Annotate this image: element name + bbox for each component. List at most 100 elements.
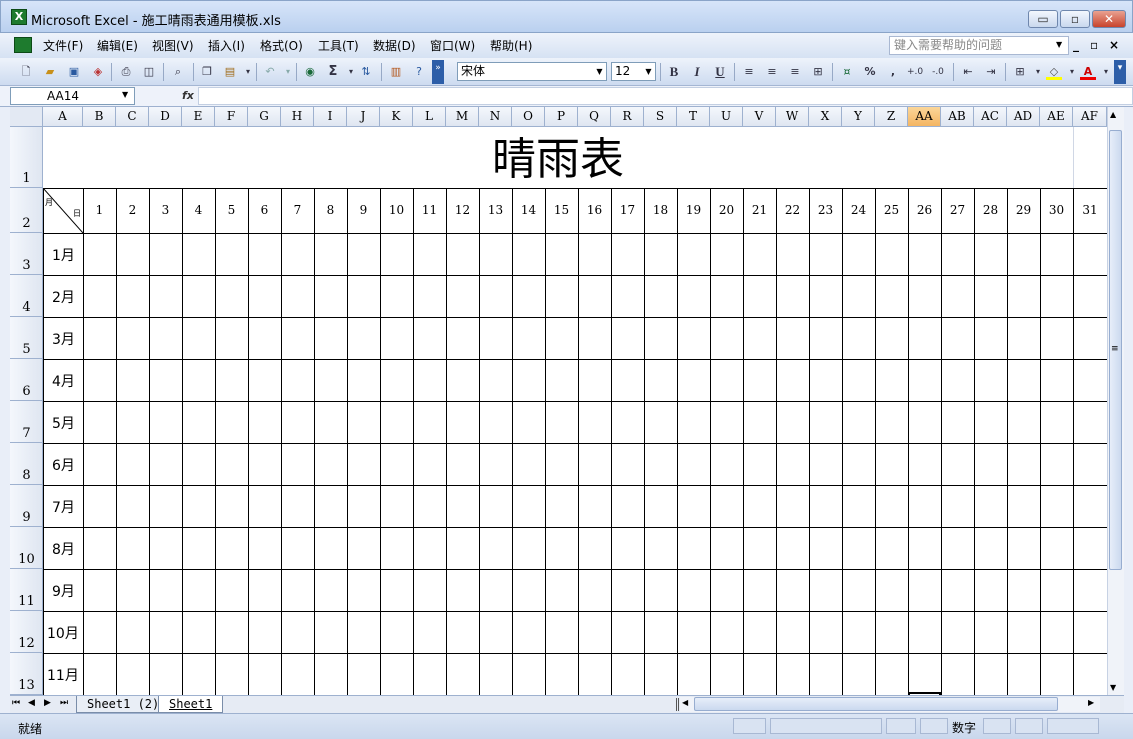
- day-header-cell[interactable]: 4: [182, 203, 215, 217]
- toolbar-options-icon[interactable]: »: [432, 60, 444, 84]
- tab-sheet1[interactable]: Sheet1: [158, 696, 224, 713]
- day-header-cell[interactable]: 17: [611, 203, 644, 217]
- day-header-cell[interactable]: 15: [545, 203, 578, 217]
- borders-icon[interactable]: ⊞: [1012, 64, 1028, 80]
- column-header[interactable]: Y: [842, 107, 875, 127]
- chevron-down-icon[interactable]: ▼: [643, 64, 654, 79]
- merge-center-icon[interactable]: ⊞: [810, 64, 826, 80]
- day-header-cell[interactable]: 18: [644, 203, 677, 217]
- column-header[interactable]: J: [347, 107, 380, 127]
- row-header[interactable]: 2: [10, 188, 43, 233]
- align-right-icon[interactable]: ≡: [787, 64, 803, 80]
- toolbar-options-icon[interactable]: ▾: [1114, 60, 1126, 84]
- column-header[interactable]: F: [215, 107, 248, 127]
- align-center-icon[interactable]: ≡: [764, 64, 780, 80]
- day-header-cell[interactable]: 28: [974, 203, 1007, 217]
- next-sheet-icon[interactable]: ▶: [44, 698, 51, 708]
- font-name-select[interactable]: 宋体 ▼: [457, 62, 607, 81]
- insert-function-icon[interactable]: fx: [182, 89, 194, 102]
- column-header[interactable]: W: [776, 107, 809, 127]
- day-header-cell[interactable]: 13: [479, 203, 512, 217]
- month-label-cell[interactable]: 5月: [52, 413, 75, 433]
- day-header-cell[interactable]: 24: [842, 203, 875, 217]
- column-header[interactable]: AD: [1007, 107, 1040, 127]
- column-header[interactable]: P: [545, 107, 578, 127]
- row-header[interactable]: 11: [10, 569, 43, 611]
- month-label-cell[interactable]: 7月: [52, 497, 75, 517]
- day-header-cell[interactable]: 2: [116, 203, 149, 217]
- column-header[interactable]: AE: [1040, 107, 1073, 127]
- day-header-cell[interactable]: 5: [215, 203, 248, 217]
- sheet-title-cell[interactable]: 晴雨表: [43, 127, 1073, 188]
- comma-button[interactable]: ,: [885, 64, 901, 80]
- day-header-cell[interactable]: 1: [83, 203, 116, 217]
- month-label-cell[interactable]: 9月: [52, 581, 75, 601]
- restore-button[interactable]: ▫: [1060, 10, 1090, 28]
- row-header[interactable]: 7: [10, 401, 43, 443]
- column-header[interactable]: M: [446, 107, 479, 127]
- permission-icon[interactable]: ◈: [90, 64, 106, 80]
- print-icon[interactable]: ⎙: [118, 64, 134, 80]
- column-header[interactable]: D: [149, 107, 182, 127]
- chevron-down-icon[interactable]: ▼: [594, 64, 605, 79]
- chevron-down-icon[interactable]: ▼: [122, 90, 128, 99]
- horizontal-scroll-thumb[interactable]: [694, 697, 1058, 711]
- day-header-cell[interactable]: 22: [776, 203, 809, 217]
- scroll-down-icon[interactable]: ▼: [1110, 683, 1116, 692]
- row-header[interactable]: 6: [10, 359, 43, 401]
- day-header-cell[interactable]: 7: [281, 203, 314, 217]
- column-header[interactable]: R: [611, 107, 644, 127]
- increase-decimal-icon[interactable]: +.0: [907, 64, 923, 80]
- day-header-cell[interactable]: 6: [248, 203, 281, 217]
- day-header-cell[interactable]: 10: [380, 203, 413, 217]
- column-header[interactable]: G: [248, 107, 281, 127]
- column-header[interactable]: C: [116, 107, 149, 127]
- currency-icon[interactable]: ¤: [839, 64, 855, 80]
- paste-dropdown-icon[interactable]: ▾: [240, 64, 256, 80]
- month-label-cell[interactable]: 11月: [47, 665, 79, 685]
- column-header[interactable]: X: [809, 107, 842, 127]
- undo-icon[interactable]: ↶: [262, 64, 278, 80]
- day-header-cell[interactable]: 11: [413, 203, 446, 217]
- decrease-indent-icon[interactable]: ⇤: [960, 64, 976, 80]
- percent-button[interactable]: %: [862, 64, 878, 80]
- column-header[interactable]: N: [479, 107, 512, 127]
- month-label-cell[interactable]: 6月: [52, 455, 75, 475]
- chart-wizard-icon[interactable]: ▥: [388, 64, 404, 80]
- italic-button[interactable]: I: [689, 64, 705, 80]
- day-header-cell[interactable]: 16: [578, 203, 611, 217]
- row-header[interactable]: 3: [10, 233, 43, 275]
- row-header[interactable]: 1: [10, 127, 43, 188]
- formula-input[interactable]: [198, 87, 1133, 105]
- row-header[interactable]: 4: [10, 275, 43, 317]
- copy-icon[interactable]: ❐: [199, 64, 215, 80]
- day-header-cell[interactable]: 3: [149, 203, 182, 217]
- day-header-cell[interactable]: 23: [809, 203, 842, 217]
- month-label-cell[interactable]: 10月: [47, 623, 79, 643]
- autosum-icon[interactable]: Σ: [325, 64, 341, 80]
- column-header[interactable]: Z: [875, 107, 908, 127]
- column-header[interactable]: I: [314, 107, 347, 127]
- excel-app-icon[interactable]: X: [11, 9, 27, 25]
- day-header-cell[interactable]: 8: [314, 203, 347, 217]
- close-button[interactable]: ✕: [1092, 10, 1126, 28]
- menu-data[interactable]: 数据(D): [373, 37, 416, 54]
- fill-color-icon[interactable]: ◇: [1046, 64, 1062, 80]
- row-header[interactable]: 10: [10, 527, 43, 569]
- column-header[interactable]: U: [710, 107, 743, 127]
- font-color-icon[interactable]: A: [1080, 64, 1096, 80]
- month-label-cell[interactable]: 8月: [52, 539, 75, 559]
- column-header[interactable]: AC: [974, 107, 1007, 127]
- column-header[interactable]: AB: [941, 107, 974, 127]
- row-header[interactable]: 5: [10, 317, 43, 359]
- last-sheet-icon[interactable]: ⏭: [60, 698, 68, 708]
- row-header[interactable]: 8: [10, 443, 43, 485]
- tab-split-handle[interactable]: [676, 698, 679, 711]
- name-box[interactable]: AA14: [10, 87, 135, 105]
- worksheet-grid[interactable]: A B C D E F G H I J K L M N O P Q R S T U V W X Y Z AA AB AC AD AE AF 1…: [10, 107, 1107, 695]
- day-header-cell[interactable]: 20: [710, 203, 743, 217]
- month-label-cell[interactable]: 3月: [52, 329, 75, 349]
- column-header[interactable]: L: [413, 107, 446, 127]
- column-header[interactable]: AF: [1073, 107, 1107, 127]
- bold-button[interactable]: B: [666, 64, 682, 80]
